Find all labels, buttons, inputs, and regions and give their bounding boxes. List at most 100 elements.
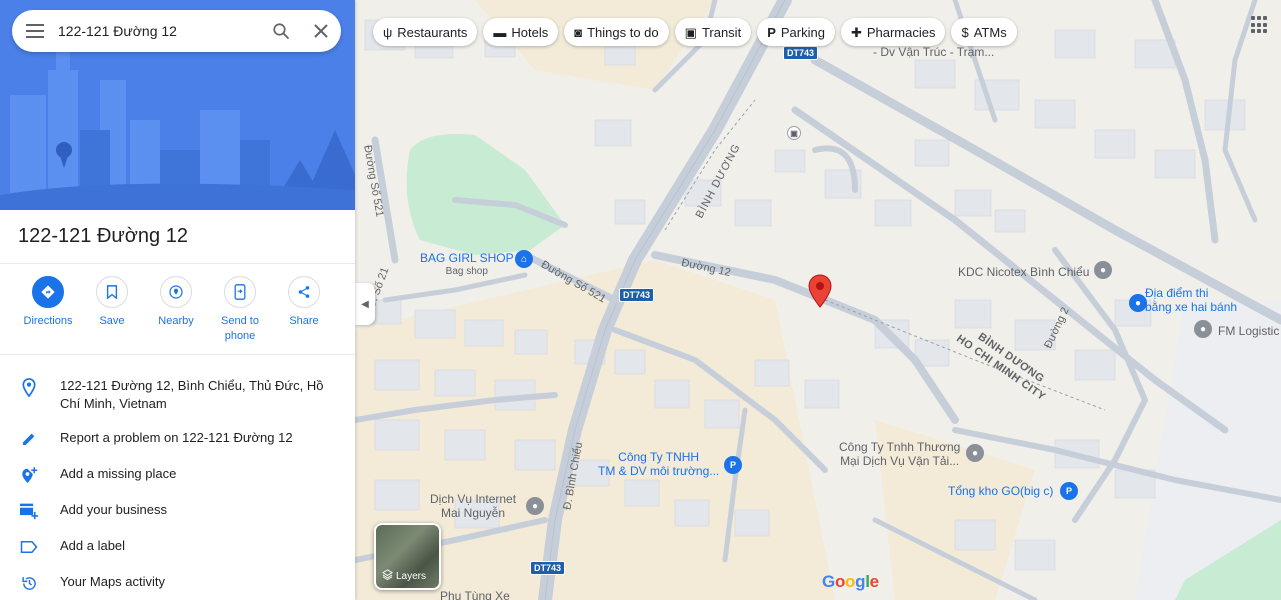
action-buttons: Directions Save Nearby Send to phone Sha… <box>16 276 336 344</box>
directions-label: Directions <box>23 315 73 327</box>
search-box <box>12 10 341 52</box>
poi-pin-icon[interactable]: ● <box>966 444 984 462</box>
place-hero-image <box>0 0 355 210</box>
chip-things-to-do[interactable]: ◙ Things to do <box>564 18 669 46</box>
parking-icon[interactable]: P <box>1060 482 1078 500</box>
poi-label: Mại Dịch Vụ Vận Tải... <box>840 454 960 468</box>
divider <box>0 354 355 355</box>
maps-activity-text: Your Maps activity <box>60 574 166 589</box>
transit-stop-icon[interactable]: ▣ <box>787 126 801 140</box>
nearby-button[interactable]: Nearby <box>144 276 208 344</box>
address-row[interactable]: 122-121 Đường 12, Bình Chiểu, Thủ Đức, H… <box>0 369 355 421</box>
maps-activity-row[interactable]: Your Maps activity <box>0 565 355 600</box>
add-missing-place-row[interactable]: Add a missing place <box>0 457 355 493</box>
chip-pharmacies[interactable]: ✚ Pharmacies <box>840 18 946 46</box>
chip-parking[interactable]: P Parking <box>757 18 835 46</box>
search-input[interactable] <box>58 23 261 39</box>
poi-pin-icon[interactable]: ● <box>1094 261 1112 279</box>
save-label: Save <box>99 315 125 327</box>
poi-fm-logistic[interactable]: FM Logistic <box>1218 324 1279 338</box>
search-button[interactable] <box>261 10 301 52</box>
chip-hotels[interactable]: ▬ Hotels <box>483 18 559 46</box>
side-panel: 122-121 Đường 12 Directions Save Nearby … <box>0 0 355 600</box>
poi-label: Công Ty TNHH <box>618 450 700 464</box>
history-icon <box>18 573 40 593</box>
nearby-label: Nearby <box>158 315 194 327</box>
shopping-bag-icon[interactable]: ⌂ <box>515 250 533 268</box>
add-label-text: Add a label <box>60 538 126 553</box>
close-icon <box>314 24 328 38</box>
poi-label: BAG GIRL SHOP <box>420 251 514 265</box>
google-logo: Google <box>822 572 879 591</box>
place-title: 122-121 Đường 12 <box>18 225 188 247</box>
add-business-row[interactable]: Add your business <box>0 493 355 529</box>
share-button[interactable]: Share <box>272 276 336 344</box>
hamburger-menu-icon <box>26 24 44 38</box>
poi-phu-tung-xe[interactable]: Phụ Tùng Xe <box>440 589 510 600</box>
parking-icon: P <box>767 24 776 40</box>
category-chips: ψ Restaurants ▬ Hotels ◙ Things to do ▣ Transit… <box>373 18 1017 46</box>
send-to-phone-label: Send to phone <box>221 315 259 342</box>
add-missing-place-text: Add a missing place <box>60 466 177 481</box>
poi-bag-girl-shop[interactable]: BAG GIRL SHOP Bag shop <box>420 251 514 279</box>
poi-cong-ty-thuong-mai[interactable]: Công Ty Tnhh Thương Mại Dịch Vụ Vận Tải.… <box>839 440 960 468</box>
poi-sublabel: Bag shop <box>445 266 488 277</box>
chip-restaurants[interactable]: ψ Restaurants <box>373 18 478 46</box>
chip-label: Things to do <box>587 24 659 40</box>
bookmark-icon <box>96 276 128 308</box>
chip-label: Parking <box>780 24 825 40</box>
poi-kdc-nicotex[interactable]: KDC Nicotex Bình Chiểu <box>958 265 1089 279</box>
poi-dia-diem-thi[interactable]: Địa điểm thi bằng xe hai bánh <box>1145 286 1237 314</box>
poi-dich-vu-internet[interactable]: Dịch Vụ Internet Mai Nguyễn <box>430 492 516 520</box>
directions-icon <box>32 276 64 308</box>
bus-icon: ▣ <box>684 24 697 40</box>
chip-label: ATMs <box>973 24 1007 40</box>
address-text: 122-121 Đường 12, Bình Chiểu, Thủ Đức, H… <box>60 378 324 411</box>
poi-pin-icon[interactable]: ● <box>1194 320 1212 338</box>
camera-icon: ◙ <box>574 24 583 40</box>
add-label-row[interactable]: Add a label <box>0 529 355 565</box>
chip-atms[interactable]: $ ATMs <box>951 18 1017 46</box>
poi-dv-van-truc[interactable]: - Dv Vận Trúc - Trạm... <box>873 45 994 59</box>
poi-label: Dịch Vụ Internet <box>430 492 517 506</box>
divider <box>0 263 355 264</box>
road-shield-dt743: DT743 <box>530 561 566 575</box>
map-canvas[interactable]: Đường Số 521 Đường Số 521 BÌNH DƯƠNG Đườ… <box>355 0 1281 600</box>
poi-label: Công Ty Tnhh Thương <box>839 440 961 454</box>
atm-icon: $ <box>961 24 969 40</box>
menu-button[interactable] <box>12 10 58 52</box>
poi-label: TM & DV môi trường... <box>598 464 720 478</box>
collapse-panel-button[interactable]: ◀ <box>355 283 375 325</box>
layers-label: Layers <box>396 570 427 582</box>
label-icon <box>18 537 40 557</box>
send-to-phone-icon <box>224 276 256 308</box>
nearby-icon <box>160 276 192 308</box>
road-shield-dt743: DT743 <box>783 46 819 60</box>
poi-pin-icon[interactable]: ● <box>1129 294 1147 312</box>
pharmacy-icon: ✚ <box>850 24 862 40</box>
poi-pin-icon[interactable]: ● <box>526 497 544 515</box>
add-business-text: Add your business <box>60 502 167 517</box>
fork-knife-icon: ψ <box>383 24 393 40</box>
add-business-icon <box>18 501 40 521</box>
send-to-phone-button[interactable]: Send to phone <box>208 276 272 344</box>
parking-icon[interactable]: P <box>724 456 742 474</box>
save-button[interactable]: Save <box>80 276 144 344</box>
report-problem-row[interactable]: Report a problem on 122-121 Đường 12 <box>0 421 355 457</box>
search-icon <box>273 23 290 40</box>
apps-grid-icon[interactable] <box>1251 16 1269 34</box>
share-label: Share <box>289 315 319 327</box>
share-icon <box>288 276 320 308</box>
poi-cong-ty-tnhh[interactable]: Công Ty TNHH TM & DV môi trường... <box>598 450 719 478</box>
chip-transit[interactable]: ▣ Transit <box>674 18 752 46</box>
layers-button[interactable]: Layers <box>374 523 441 590</box>
location-marker-icon[interactable] <box>808 274 832 308</box>
report-problem-text: Report a problem on 122-121 Đường 12 <box>60 430 293 445</box>
chip-label: Pharmacies <box>866 24 936 40</box>
bed-icon: ▬ <box>493 24 507 40</box>
layers-icon <box>382 569 393 583</box>
road-shield-dt743: DT743 <box>619 288 655 302</box>
poi-tong-kho-go[interactable]: Tổng kho GO(big c) <box>948 484 1053 498</box>
directions-button[interactable]: Directions <box>16 276 80 344</box>
clear-search-button[interactable] <box>301 10 341 52</box>
